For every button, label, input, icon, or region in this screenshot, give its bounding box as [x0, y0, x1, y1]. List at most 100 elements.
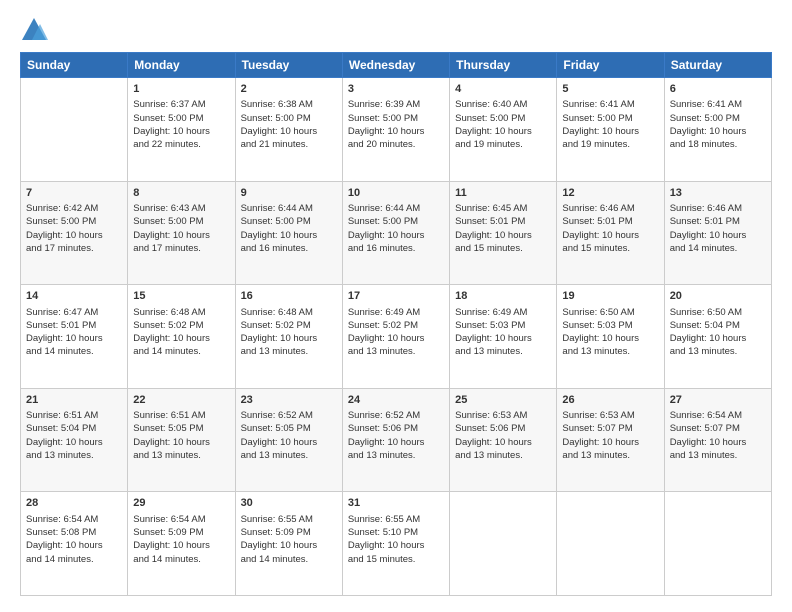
day-info: Sunrise: 6:44 AMSunset: 5:00 PMDaylight:… [348, 202, 444, 255]
day-number: 3 [348, 82, 444, 97]
day-number: 6 [670, 82, 766, 97]
day-number: 27 [670, 393, 766, 408]
calendar-cell: 16 Sunrise: 6:48 AMSunset: 5:02 PMDayligh… [235, 285, 342, 389]
day-number: 17 [348, 289, 444, 304]
calendar-day-header: Saturday [664, 53, 771, 78]
calendar-cell: 10Sunrise: 6:44 AMSunset: 5:00 PMDayligh… [342, 181, 449, 285]
calendar-cell [450, 492, 557, 596]
day-number: 31 [348, 496, 444, 511]
day-number: 21 [26, 393, 122, 408]
page: SundayMondayTuesdayWednesdayThursdayFrid… [0, 0, 792, 612]
day-number: 19 [562, 289, 658, 304]
day-info: Sunrise: 6:51 AMSunset: 5:04 PMDaylight:… [26, 409, 122, 462]
day-number: 1 [133, 82, 229, 97]
calendar-week-row: 14 Sunrise: 6:47 AMSunset: 5:01 PMDayligh… [21, 285, 772, 389]
day-number: 16 [241, 289, 337, 304]
day-number: 11 [455, 186, 551, 201]
calendar-cell: 3Sunrise: 6:39 AMSunset: 5:00 PMDaylight… [342, 78, 449, 182]
calendar-cell: 13Sunrise: 6:46 AMSunset: 5:01 PMDayligh… [664, 181, 771, 285]
calendar-cell: 9Sunrise: 6:44 AMSunset: 5:00 PMDaylight… [235, 181, 342, 285]
calendar-cell [664, 492, 771, 596]
calendar-cell: 14 Sunrise: 6:47 AMSunset: 5:01 PMDayligh… [21, 285, 128, 389]
day-info: Sunrise: 6:53 AMSunset: 5:06 PMDaylight:… [455, 409, 551, 462]
calendar-cell: 8Sunrise: 6:43 AMSunset: 5:00 PMDaylight… [128, 181, 235, 285]
day-info: Sunrise: 6:54 AMSunset: 5:08 PMDaylight:… [26, 513, 122, 566]
day-info: Sunrise: 6:48 AMSunset: 5:02 PMDaylight:… [133, 306, 229, 359]
day-info: Sunrise: 6:43 AMSunset: 5:00 PMDaylight:… [133, 202, 229, 255]
day-info: Sunrise: 6:41 AMSunset: 5:00 PMDaylight:… [670, 98, 766, 151]
day-number: 4 [455, 82, 551, 97]
calendar-cell: 21Sunrise: 6:51 AMSunset: 5:04 PMDayligh… [21, 388, 128, 492]
day-info: Sunrise: 6:45 AMSunset: 5:01 PMDaylight:… [455, 202, 551, 255]
header [20, 16, 772, 44]
calendar-cell: 20Sunrise: 6:50 AMSunset: 5:04 PMDayligh… [664, 285, 771, 389]
calendar-day-header: Thursday [450, 53, 557, 78]
day-info: Sunrise: 6:47 AMSunset: 5:01 PMDaylight:… [26, 306, 122, 359]
calendar-day-header: Friday [557, 53, 664, 78]
calendar-cell [21, 78, 128, 182]
calendar-cell: 17 Sunrise: 6:49 AMSunset: 5:02 PMDayligh… [342, 285, 449, 389]
day-number: 9 [241, 186, 337, 201]
day-info: Sunrise: 6:48 AMSunset: 5:02 PMDaylight:… [241, 306, 337, 359]
calendar-week-row: 21Sunrise: 6:51 AMSunset: 5:04 PMDayligh… [21, 388, 772, 492]
day-info: Sunrise: 6:46 AMSunset: 5:01 PMDaylight:… [562, 202, 658, 255]
day-info: Sunrise: 6:50 AMSunset: 5:03 PMDaylight:… [562, 306, 658, 359]
calendar-cell: 11Sunrise: 6:45 AMSunset: 5:01 PMDayligh… [450, 181, 557, 285]
calendar-week-row: 7Sunrise: 6:42 AMSunset: 5:00 PMDaylight… [21, 181, 772, 285]
logo [20, 16, 52, 44]
calendar-cell: 31 Sunrise: 6:55 AMSunset: 5:10 PMDayligh… [342, 492, 449, 596]
day-info: Sunrise: 6:52 AMSunset: 5:05 PMDaylight:… [241, 409, 337, 462]
day-info: Sunrise: 6:37 AMSunset: 5:00 PMDaylight:… [133, 98, 229, 151]
calendar-cell: 2Sunrise: 6:38 AMSunset: 5:00 PMDaylight… [235, 78, 342, 182]
calendar-cell: 22Sunrise: 6:51 AMSunset: 5:05 PMDayligh… [128, 388, 235, 492]
day-number: 22 [133, 393, 229, 408]
calendar-cell: 18Sunrise: 6:49 AMSunset: 5:03 PMDayligh… [450, 285, 557, 389]
day-number: 18 [455, 289, 551, 304]
day-number: 12 [562, 186, 658, 201]
calendar-cell: 24Sunrise: 6:52 AMSunset: 5:06 PMDayligh… [342, 388, 449, 492]
calendar-cell: 6Sunrise: 6:41 AMSunset: 5:00 PMDaylight… [664, 78, 771, 182]
day-number: 15 [133, 289, 229, 304]
day-info: Sunrise: 6:39 AMSunset: 5:00 PMDaylight:… [348, 98, 444, 151]
calendar-cell: 19 Sunrise: 6:50 AMSunset: 5:03 PMDayligh… [557, 285, 664, 389]
calendar-week-row: 28 Sunrise: 6:54 AMSunset: 5:08 PMDayligh… [21, 492, 772, 596]
day-info: Sunrise: 6:40 AMSunset: 5:00 PMDaylight:… [455, 98, 551, 151]
calendar-day-header: Monday [128, 53, 235, 78]
calendar-week-row: 1Sunrise: 6:37 AMSunset: 5:00 PMDaylight… [21, 78, 772, 182]
day-info: Sunrise: 6:46 AMSunset: 5:01 PMDaylight:… [670, 202, 766, 255]
calendar-cell: 28 Sunrise: 6:54 AMSunset: 5:08 PMDayligh… [21, 492, 128, 596]
logo-icon [20, 16, 48, 44]
day-info: Sunrise: 6:55 AMSunset: 5:09 PMDaylight:… [241, 513, 337, 566]
calendar-cell: 23Sunrise: 6:52 AMSunset: 5:05 PMDayligh… [235, 388, 342, 492]
day-number: 2 [241, 82, 337, 97]
day-number: 30 [241, 496, 337, 511]
day-number: 23 [241, 393, 337, 408]
calendar-cell: 29Sunrise: 6:54 AMSunset: 5:09 PMDayligh… [128, 492, 235, 596]
day-number: 29 [133, 496, 229, 511]
day-info: Sunrise: 6:55 AMSunset: 5:10 PMDaylight:… [348, 513, 444, 566]
calendar-cell: 12Sunrise: 6:46 AMSunset: 5:01 PMDayligh… [557, 181, 664, 285]
day-info: Sunrise: 6:42 AMSunset: 5:00 PMDaylight:… [26, 202, 122, 255]
day-info: Sunrise: 6:53 AMSunset: 5:07 PMDaylight:… [562, 409, 658, 462]
calendar-table: SundayMondayTuesdayWednesdayThursdayFrid… [20, 52, 772, 596]
day-number: 26 [562, 393, 658, 408]
day-info: Sunrise: 6:41 AMSunset: 5:00 PMDaylight:… [562, 98, 658, 151]
day-info: Sunrise: 6:54 AMSunset: 5:07 PMDaylight:… [670, 409, 766, 462]
day-number: 28 [26, 496, 122, 511]
day-info: Sunrise: 6:52 AMSunset: 5:06 PMDaylight:… [348, 409, 444, 462]
day-number: 25 [455, 393, 551, 408]
day-number: 14 [26, 289, 122, 304]
calendar-cell [557, 492, 664, 596]
calendar-day-header: Wednesday [342, 53, 449, 78]
day-info: Sunrise: 6:49 AMSunset: 5:02 PMDaylight:… [348, 306, 444, 359]
day-number: 10 [348, 186, 444, 201]
calendar-cell: 30 Sunrise: 6:55 AMSunset: 5:09 PMDayligh… [235, 492, 342, 596]
day-info: Sunrise: 6:38 AMSunset: 5:00 PMDaylight:… [241, 98, 337, 151]
day-number: 7 [26, 186, 122, 201]
day-info: Sunrise: 6:51 AMSunset: 5:05 PMDaylight:… [133, 409, 229, 462]
calendar-day-header: Tuesday [235, 53, 342, 78]
day-info: Sunrise: 6:44 AMSunset: 5:00 PMDaylight:… [241, 202, 337, 255]
day-info: Sunrise: 6:50 AMSunset: 5:04 PMDaylight:… [670, 306, 766, 359]
day-number: 5 [562, 82, 658, 97]
calendar-cell: 25Sunrise: 6:53 AMSunset: 5:06 PMDayligh… [450, 388, 557, 492]
